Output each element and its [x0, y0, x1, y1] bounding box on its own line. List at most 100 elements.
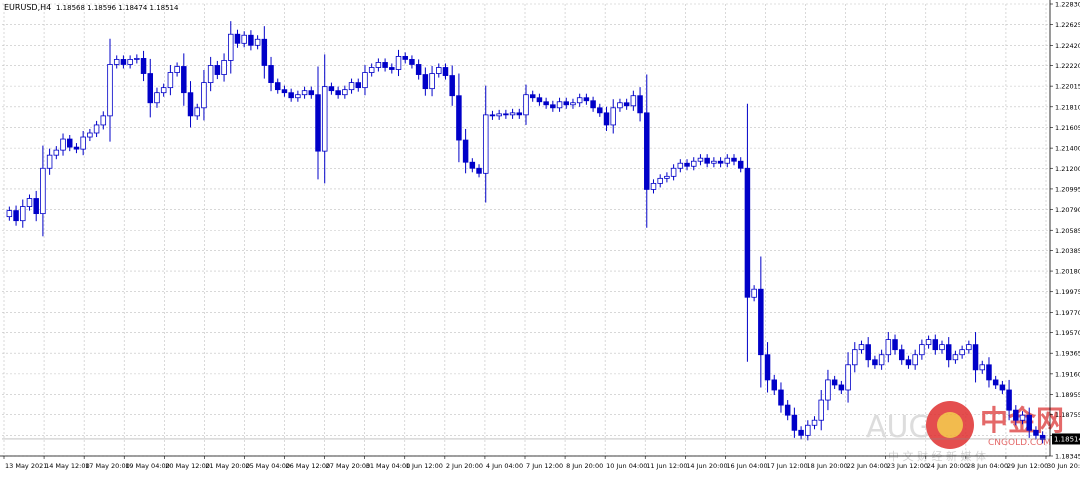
- y-tick-label: 1.20180: [1055, 268, 1080, 276]
- candle-body-up: [878, 354, 885, 366]
- y-tick-label: 1.18755: [1055, 411, 1080, 419]
- candle-body-up: [697, 157, 704, 162]
- candle-body-down: [409, 59, 415, 65]
- x-axis-labels: 13 May 202114 May 12:0017 May 20:0019 Ma…: [5, 462, 1080, 470]
- candle-body-down: [704, 157, 710, 164]
- y-tick-label: 1.22420: [1055, 42, 1080, 50]
- candle-body-up: [40, 167, 46, 215]
- candle-body-down: [872, 359, 878, 366]
- candle-body-down: [717, 160, 724, 164]
- candle-body-up: [295, 94, 301, 99]
- y-tick-label: 1.19570: [1055, 329, 1080, 337]
- candle-body-down: [838, 384, 845, 391]
- candle-body-down: [684, 162, 690, 167]
- candle-body-down: [550, 104, 556, 109]
- x-tick-label: 24 Jun 20:00: [927, 462, 968, 470]
- candle-body-down: [764, 354, 771, 381]
- candle-body-down: [476, 167, 482, 174]
- candle-body-down: [442, 67, 449, 76]
- candle-body-down: [1026, 414, 1032, 431]
- candle-body-up: [576, 97, 583, 104]
- candle-body-up: [221, 60, 227, 75]
- candle-body-down: [1013, 409, 1019, 421]
- candle-body-up: [852, 349, 858, 366]
- candle-body-down: [503, 113, 509, 116]
- candle-body-up: [134, 58, 140, 60]
- candle-body-down: [932, 339, 939, 351]
- candle-body-up: [20, 206, 26, 222]
- x-tick-label: 14 Jun 20:00: [686, 462, 727, 470]
- candle-body-down: [999, 384, 1006, 391]
- candle-body-down: [516, 112, 523, 116]
- x-tick-label: 7 Jun 12:00: [526, 462, 563, 470]
- x-tick-label: 29 Jun 12:00: [1007, 462, 1048, 470]
- y-tick-label: 1.20585: [1055, 227, 1080, 235]
- y-tick-label: 1.22625: [1055, 21, 1080, 29]
- candle-body-down: [623, 102, 630, 107]
- x-tick-label: 28 Jun 04:00: [967, 462, 1008, 470]
- candle-body-up: [321, 86, 328, 152]
- candle-body-down: [214, 65, 221, 75]
- y-tick-label: 1.18955: [1055, 391, 1080, 399]
- x-tick-label: 10 Jun 04:00: [606, 462, 647, 470]
- candle-body-up: [724, 157, 731, 164]
- candle-body-down: [603, 112, 610, 126]
- candle-body-up: [966, 344, 972, 351]
- candle-body-up: [174, 66, 180, 73]
- candle-body-down: [281, 89, 288, 94]
- candle-body-down: [992, 379, 999, 386]
- candle-body-up: [429, 73, 435, 90]
- candle-body-down: [737, 160, 744, 169]
- candle-body-up: [825, 379, 831, 401]
- x-tick-label: 18 Jun 20:00: [807, 462, 848, 470]
- candle-body-up: [509, 112, 516, 116]
- candle-body-up: [858, 344, 865, 351]
- candle-body-up: [979, 364, 986, 371]
- candle-body-down: [308, 90, 315, 96]
- candle-body-down: [597, 107, 603, 114]
- y-tick-label: 1.19975: [1055, 288, 1080, 296]
- candle-body-down: [1006, 389, 1012, 411]
- candle-body-up: [53, 149, 60, 156]
- x-tick-label: 25 May 04:00: [245, 462, 290, 470]
- x-tick-label: 23 Jun 12:00: [887, 462, 928, 470]
- candle-body-down: [1033, 429, 1039, 436]
- x-tick-label: 11 Jun 12:00: [646, 462, 687, 470]
- candle-body-down: [415, 64, 422, 75]
- x-tick-label: 26 May 12:00: [286, 462, 331, 470]
- x-tick-label: 17 May 20:00: [85, 462, 130, 470]
- candle-body-up: [630, 95, 637, 107]
- candle-body-down: [590, 100, 596, 109]
- candle-body-up: [610, 107, 616, 126]
- candle-body-up: [254, 38, 261, 46]
- candle-body-up: [650, 182, 657, 190]
- candle-body-up: [167, 72, 174, 89]
- candle-body-down: [469, 161, 476, 169]
- candle-body-down: [898, 349, 905, 361]
- candle-body-down: [731, 157, 737, 162]
- candle-body-up: [805, 424, 811, 436]
- chart-symbol: EURUSD,H4: [4, 3, 51, 12]
- x-tick-label: 8 Jun 20:00: [566, 462, 603, 470]
- chart-background: [0, 0, 1080, 474]
- y-tick-label: 1.19160: [1055, 370, 1080, 378]
- candle-body-up: [107, 64, 113, 117]
- candle-body-down: [355, 82, 362, 89]
- candle-body-up: [26, 198, 33, 207]
- candle-body-down: [288, 92, 294, 99]
- x-tick-label: 14 May 12:00: [45, 462, 90, 470]
- candle-body-up: [348, 82, 355, 91]
- candle-body-up: [523, 94, 529, 116]
- candle-body-up: [617, 102, 623, 109]
- candle-body-up: [228, 33, 234, 61]
- candle-body-up: [368, 67, 375, 73]
- candle-body-down: [335, 90, 341, 96]
- candle-body-up: [127, 59, 133, 65]
- candle-body-up: [201, 82, 207, 109]
- chart-area: AUG 中金网 CNGOLD.COM 中 文 财 经 新 媒 体 1.22830…: [0, 0, 1080, 474]
- candle-body-up: [362, 72, 368, 89]
- candle-body-down: [529, 94, 536, 99]
- x-tick-label: 22 Jun 04:00: [847, 462, 888, 470]
- candle-body-down: [456, 95, 462, 141]
- candle-body-down: [784, 404, 791, 416]
